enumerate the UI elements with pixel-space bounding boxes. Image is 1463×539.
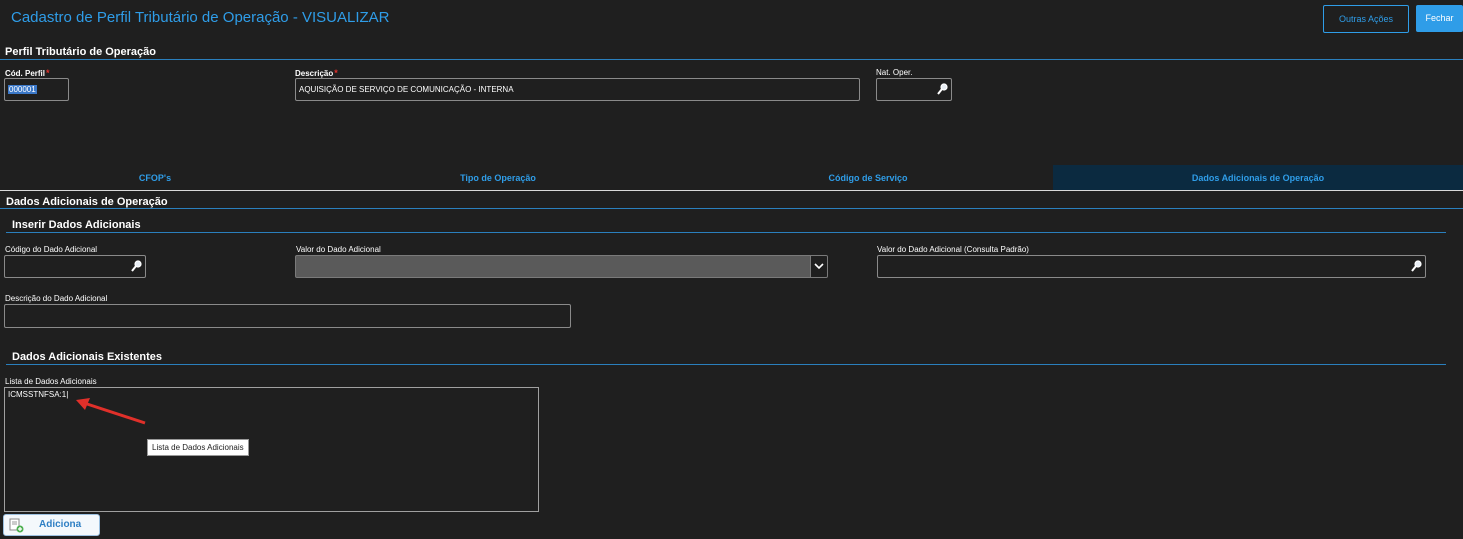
annotation-arrow-icon	[76, 398, 146, 425]
descricao-field[interactable]: AQUISIÇÃO DE SERVIÇO DE COMUNICAÇÃO - IN…	[295, 78, 860, 101]
outras-acoes-button[interactable]: Outras Ações	[1323, 5, 1409, 33]
fechar-button[interactable]: Fechar	[1416, 5, 1463, 32]
tab-cfops[interactable]: CFOP's	[0, 165, 310, 190]
perfil-section-divider	[0, 59, 1463, 60]
cod-perfil-label: Cód. Perfil*	[5, 68, 50, 78]
valor-padrao-field[interactable]	[877, 255, 1426, 278]
nat-oper-field[interactable]	[876, 78, 952, 101]
descricao-dado-field[interactable]	[4, 304, 571, 328]
codigo-field[interactable]	[4, 255, 146, 278]
valor-label: Valor do Dado Adicional	[296, 245, 381, 254]
required-marker: *	[334, 68, 338, 78]
tab-underline	[0, 190, 1463, 191]
valor-padrao-label: Valor do Dado Adicional (Consulta Padrão…	[877, 245, 1029, 254]
cod-perfil-value: 000001	[8, 85, 37, 94]
cod-perfil-field[interactable]: 000001	[4, 78, 69, 101]
perfil-section-title: Perfil Tributário de Operação	[5, 46, 156, 58]
codigo-label: Código do Dado Adicional	[5, 245, 98, 254]
tooltip: Lista de Dados Adicionais	[147, 439, 249, 456]
lista-label: Lista de Dados Adicionais	[5, 377, 97, 386]
descricao-label: Descrição*	[295, 68, 338, 78]
nat-oper-label: Nat. Oper.	[876, 68, 913, 77]
existentes-title: Dados Adicionais Existentes	[12, 351, 162, 363]
dados-section-title: Dados Adicionais de Operação	[6, 196, 168, 208]
existentes-divider	[6, 364, 1446, 365]
descricao-dado-label: Descrição do Dado Adicional	[5, 294, 108, 303]
page-title: Cadastro de Perfil Tributário de Operaçã…	[11, 9, 390, 26]
required-marker: *	[46, 68, 50, 78]
tab-bar: CFOP's Tipo de Operação Código de Serviç…	[0, 165, 1463, 190]
valor-select[interactable]	[295, 255, 828, 278]
dados-section-divider	[0, 208, 1463, 209]
inserir-title: Inserir Dados Adicionais	[12, 219, 141, 231]
search-icon[interactable]	[937, 83, 948, 95]
tab-tipo-operacao[interactable]: Tipo de Operação	[343, 165, 653, 190]
add-document-icon	[9, 518, 24, 533]
tab-dados-adicionais[interactable]: Dados Adicionais de Operação	[1053, 165, 1463, 190]
chevron-down-icon[interactable]	[810, 256, 827, 277]
tab-codigo-servico[interactable]: Código de Serviço	[713, 165, 1023, 190]
inserir-divider	[6, 232, 1446, 233]
search-icon[interactable]	[131, 260, 142, 272]
adiciona-button[interactable]: Adiciona	[3, 514, 100, 536]
adiciona-label: Adiciona	[39, 519, 82, 530]
search-icon[interactable]	[1411, 260, 1422, 272]
